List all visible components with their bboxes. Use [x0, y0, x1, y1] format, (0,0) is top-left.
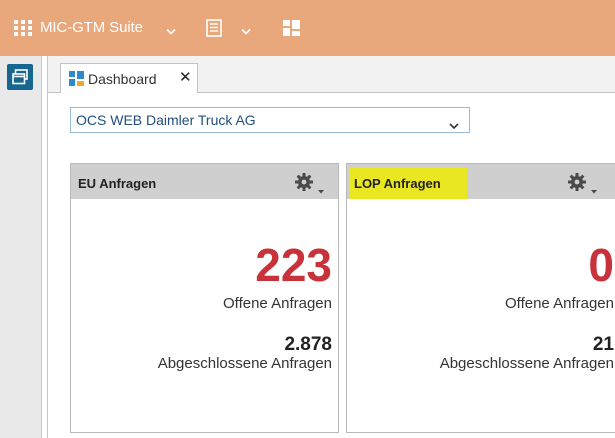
tab-dashboard[interactable]: Dashboard ✕: [60, 63, 198, 93]
tab-label: Dashboard: [88, 71, 157, 87]
panel-settings-button[interactable]: [295, 173, 327, 194]
suite-switcher-label[interactable]: MIC-GTM Suite: [40, 19, 143, 37]
window-switch-button[interactable]: [7, 64, 33, 90]
top-app-bar: MIC-GTM Suite: [0, 0, 615, 56]
open-requests-count[interactable]: 0: [588, 240, 614, 290]
panel-settings-button[interactable]: [568, 173, 600, 194]
panel-title: LOP Anfragen: [354, 176, 441, 191]
left-rail: [0, 56, 42, 438]
closed-requests-count[interactable]: 2.878: [284, 334, 332, 356]
open-requests-label: Offene Anfragen: [505, 295, 614, 312]
lop-requests-panel: LOP Anfragen 0 Offene Anfragen 21 Abgesc…: [346, 163, 615, 433]
organization-select-value: OCS WEB Daimler Truck AG: [76, 112, 256, 128]
tab-strip: Dashboard ✕: [48, 56, 615, 93]
chevron-down-icon[interactable]: [166, 23, 176, 35]
document-icon[interactable]: [206, 19, 222, 37]
organization-select[interactable]: OCS WEB Daimler Truck AG: [70, 107, 470, 133]
chevron-down-icon: [449, 117, 459, 130]
closed-requests-label: Abgeschlossene Anfragen: [439, 355, 614, 372]
panel-header: EU Anfragen: [71, 164, 338, 199]
caret-down-icon: [318, 181, 324, 199]
app-grid-icon[interactable]: [14, 20, 32, 36]
dashboard-icon[interactable]: [283, 20, 300, 36]
gear-icon: [568, 173, 586, 196]
eu-requests-panel: EU Anfragen 223 Offene Anfragen 2.878 Ab…: [70, 163, 339, 433]
closed-requests-count[interactable]: 21: [593, 334, 614, 356]
panel-header: LOP Anfragen: [347, 164, 615, 199]
chevron-down-icon[interactable]: [241, 23, 251, 35]
close-icon[interactable]: ✕: [179, 70, 192, 86]
panel-title: EU Anfragen: [78, 176, 157, 191]
caret-down-icon: [591, 181, 597, 199]
open-requests-count[interactable]: 223: [255, 240, 332, 290]
dashboard-content: OCS WEB Daimler Truck AG EU Anfragen 223…: [48, 93, 615, 438]
closed-requests-label: Abgeschlossene Anfragen: [157, 355, 332, 372]
dashboard-icon: [69, 71, 84, 86]
gear-icon: [295, 173, 313, 196]
open-requests-label: Offene Anfragen: [223, 295, 332, 312]
